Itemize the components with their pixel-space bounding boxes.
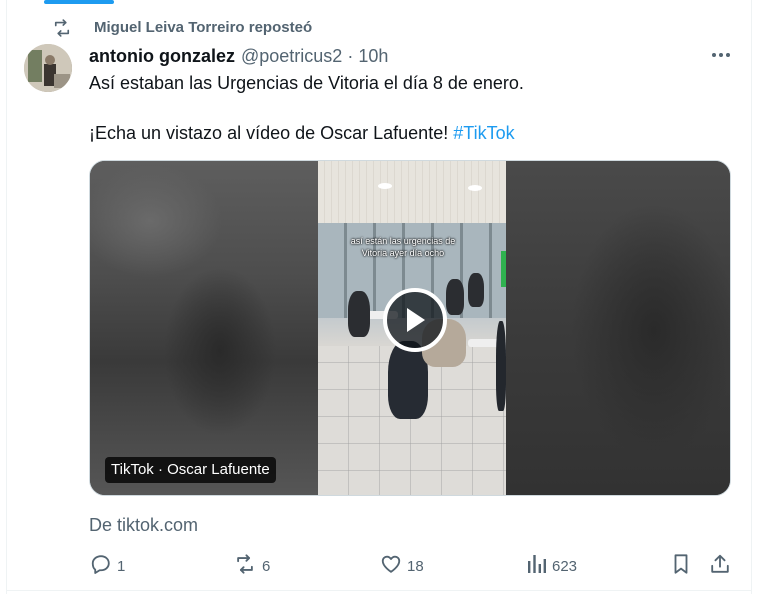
- ceiling-light: [468, 185, 482, 191]
- author-handle[interactable]: @poetricus2: [241, 46, 342, 67]
- more-options-icon[interactable]: [708, 44, 734, 66]
- repost-user-link[interactable]: Miguel Leiva Torreiro reposteó: [94, 19, 312, 36]
- scene-exit-sign: [501, 251, 506, 287]
- reply-count: 1: [117, 557, 126, 575]
- author-name[interactable]: antonio gonzalez: [89, 46, 235, 67]
- active-tab-indicator: [44, 0, 114, 4]
- card-source-link[interactable]: De tiktok.com: [89, 515, 198, 536]
- play-button[interactable]: [383, 288, 447, 352]
- scene-person: [446, 279, 464, 315]
- retweet-icon: [233, 553, 257, 579]
- scene-person-edge: [496, 321, 506, 411]
- repost-context: Miguel Leiva Torreiro reposteó: [52, 17, 312, 39]
- tweet-header: antonio gonzalez @poetricus2 · 10h: [89, 45, 388, 67]
- timeline-left-border: [6, 0, 7, 594]
- ceiling-light: [378, 183, 392, 189]
- scene-ceiling: [318, 161, 506, 223]
- reply-icon: [90, 553, 112, 579]
- analytics-icon: [527, 553, 547, 579]
- like-button[interactable]: 18: [380, 554, 424, 578]
- bookmark-icon: [671, 553, 691, 579]
- reply-button[interactable]: 1: [90, 554, 125, 578]
- heart-icon: [380, 553, 402, 579]
- video-card[interactable]: así están las urgencias de Vitoria ayer …: [89, 160, 731, 496]
- share-button[interactable]: [709, 554, 731, 578]
- tweet-text-line-2-body: ¡Echa un vistazo al vídeo de Oscar Lafue…: [89, 123, 449, 143]
- views-button[interactable]: 623: [527, 554, 577, 578]
- repost-count: 6: [262, 557, 271, 575]
- timeline-right-border: [751, 0, 752, 594]
- author-avatar[interactable]: [24, 44, 72, 92]
- repost-icon: [52, 18, 72, 38]
- video-source-badge: TikTok · Oscar Lafuente: [105, 457, 276, 483]
- tweet-text-line-2: ¡Echa un vistazo al vídeo de Oscar Lafue…: [89, 123, 515, 144]
- view-count: 623: [552, 557, 578, 575]
- repost-button[interactable]: 6: [233, 554, 270, 578]
- video-blurred-background-right: [504, 161, 730, 495]
- scene-person: [348, 291, 370, 337]
- header-separator: ·: [347, 45, 354, 66]
- tweet-bottom-border: [6, 590, 752, 591]
- scene-person: [468, 273, 484, 307]
- like-count: 18: [407, 557, 424, 575]
- tweet-timestamp[interactable]: 10h: [358, 46, 388, 67]
- hashtag-link[interactable]: #TikTok: [453, 123, 514, 143]
- play-icon: [407, 308, 425, 332]
- share-icon: [709, 553, 731, 579]
- video-blurred-background-left: [90, 161, 318, 495]
- tweet-text-line-1: Así estaban las Urgencias de Vitoria el …: [89, 73, 524, 93]
- video-caption-overlay: así están las urgencias de Vitoria ayer …: [350, 236, 456, 258]
- bookmark-button[interactable]: [671, 554, 691, 578]
